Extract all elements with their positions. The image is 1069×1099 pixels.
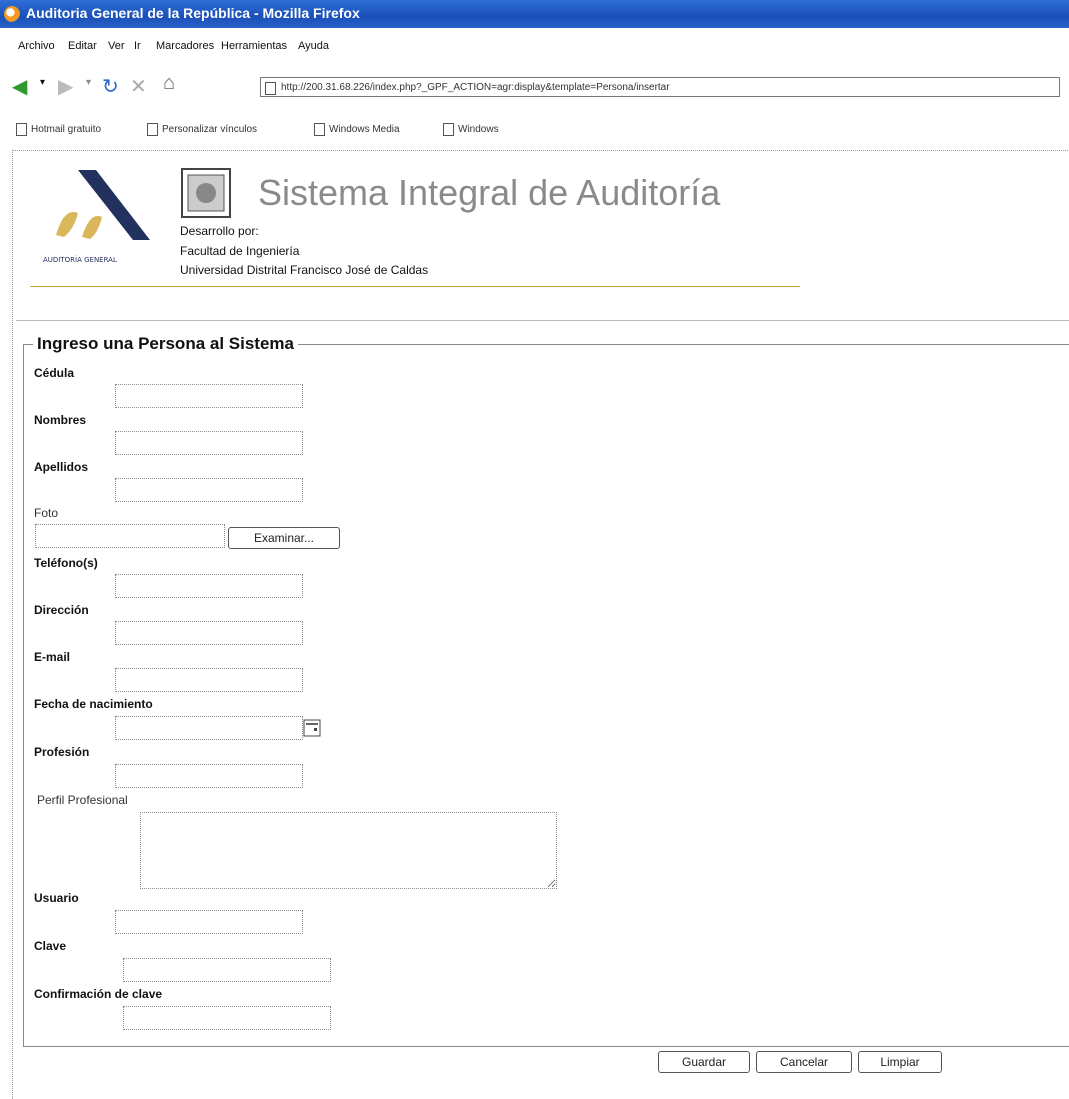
browse-button[interactable]: Examinar...	[228, 527, 340, 549]
direccion-input[interactable]	[115, 621, 303, 645]
page-icon	[147, 123, 158, 136]
calendar-icon[interactable]	[303, 719, 321, 737]
bookmark-windows-media[interactable]: Windows Media	[314, 123, 400, 136]
label-profesion: Profesión	[34, 745, 90, 759]
form-legend: Ingreso una Persona al Sistema	[33, 334, 298, 354]
bookmark-hotmail[interactable]: Hotmail gratuito	[16, 123, 101, 136]
menu-editar[interactable]: Editar	[68, 40, 97, 52]
firefox-icon	[4, 6, 20, 22]
label-email: E-mail	[34, 650, 71, 664]
logo-text: AUDITORÍA GENERAL	[43, 255, 117, 264]
clave-input[interactable]	[123, 958, 331, 982]
address-bar[interactable]: http://200.31.68.226/index.php?_GPF_ACTI…	[260, 77, 1060, 97]
bookmark-windows[interactable]: Windows	[443, 123, 499, 136]
label-direccion: Dirección	[34, 603, 89, 617]
bookmarks-toolbar: Hotmail gratuito Personalizar vínculos W…	[0, 119, 1069, 141]
university-seal	[178, 165, 233, 220]
menu-herramientas[interactable]: Herramientas	[221, 40, 287, 52]
label-foto: Foto	[34, 506, 59, 520]
menu-ver[interactable]: Ver	[108, 40, 125, 52]
menu-ir[interactable]: Ir	[134, 40, 141, 52]
confirmacion-clave-input[interactable]	[123, 1006, 331, 1030]
window-title: Auditoria General de la República - Mozi…	[26, 5, 360, 21]
bookmark-label: Personalizar vínculos	[162, 124, 258, 135]
fecha-nacimiento-input[interactable]	[115, 716, 303, 740]
menu-marcadores[interactable]: Marcadores	[156, 40, 214, 52]
auditoria-logo: AUDITORÍA GENERAL	[38, 165, 173, 275]
foto-file-input[interactable]	[35, 524, 225, 548]
label-fecha-nacimiento: Fecha de nacimiento	[34, 697, 153, 711]
label-cedula: Cédula	[34, 366, 75, 380]
page-icon	[443, 123, 454, 136]
university-name: Universidad Distrital Francisco José de …	[180, 263, 429, 277]
stop-icon[interactable]: ✕	[130, 74, 147, 99]
page-icon	[314, 123, 325, 136]
header-divider	[30, 286, 800, 287]
clear-button[interactable]: Limpiar	[858, 1051, 942, 1073]
developed-by: Desarrollo por:	[180, 224, 259, 238]
home-icon[interactable]: ⌂	[163, 72, 175, 95]
back-icon[interactable]: ◀	[12, 74, 27, 99]
bookmark-label: Windows	[458, 124, 499, 135]
page-icon	[265, 82, 276, 95]
bookmark-label: Windows Media	[329, 124, 400, 135]
bookmark-label: Hotmail gratuito	[31, 124, 102, 135]
nombres-input[interactable]	[115, 431, 303, 455]
reload-icon[interactable]: ↻	[102, 74, 119, 99]
label-nombres: Nombres	[34, 413, 87, 427]
telefonos-input[interactable]	[115, 574, 303, 598]
perfil-profesional-textarea[interactable]	[140, 812, 557, 889]
system-title: Sistema Integral de Auditoría	[258, 172, 721, 213]
label-usuario: Usuario	[34, 891, 79, 905]
menu-ayuda[interactable]: Ayuda	[298, 40, 329, 52]
label-clave: Clave	[34, 939, 67, 953]
label-apellidos: Apellidos	[34, 460, 89, 474]
usuario-input[interactable]	[115, 910, 303, 934]
bookmark-personalizar[interactable]: Personalizar vínculos	[147, 123, 257, 136]
email-input[interactable]	[115, 668, 303, 692]
faculty-name: Facultad de Ingeniería	[180, 244, 300, 258]
label-perfil-profesional: Perfil Profesional	[37, 793, 128, 807]
cedula-input[interactable]	[115, 384, 303, 408]
cancel-button[interactable]: Cancelar	[756, 1051, 852, 1073]
page-icon	[16, 123, 27, 136]
menu-bar: Archivo Editar Ver Ir Marcadores Herrami…	[0, 36, 1069, 58]
menu-archivo[interactable]: Archivo	[18, 40, 55, 52]
forward-dropdown-icon[interactable]: ▾	[86, 77, 91, 88]
save-button[interactable]: Guardar	[658, 1051, 750, 1073]
forward-icon[interactable]: ▶	[58, 74, 73, 99]
label-confirmacion-clave: Confirmación de clave	[34, 987, 163, 1001]
address-url: http://200.31.68.226/index.php?_GPF_ACTI…	[281, 82, 670, 93]
profesion-input[interactable]	[115, 764, 303, 788]
section-divider	[16, 320, 1069, 321]
apellidos-input[interactable]	[115, 478, 303, 502]
back-dropdown-icon[interactable]: ▾	[40, 77, 45, 88]
label-telefonos: Teléfono(s)	[34, 556, 98, 570]
window-title-bar: Auditoria General de la República - Mozi…	[0, 0, 1069, 28]
